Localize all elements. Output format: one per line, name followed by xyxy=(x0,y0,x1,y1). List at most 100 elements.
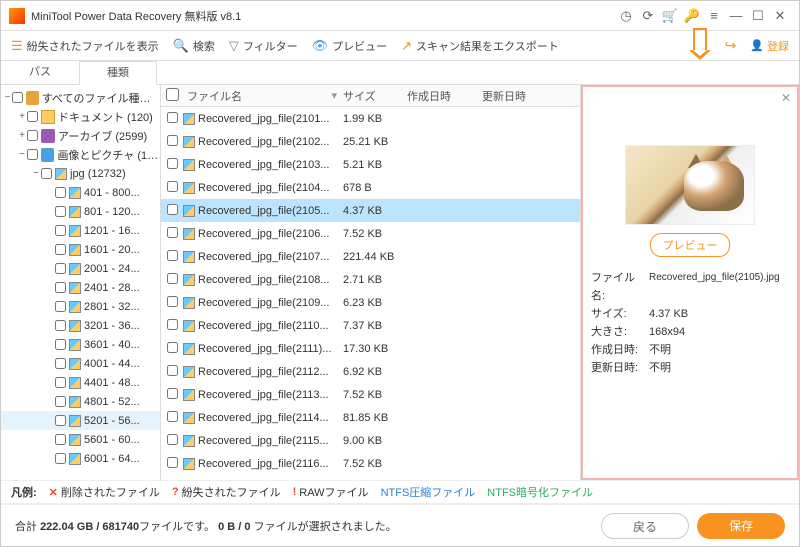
file-checkbox[interactable] xyxy=(167,434,178,445)
file-row[interactable]: Recovered_jpg_file(2115...9.00 KB xyxy=(161,429,580,452)
expand-icon[interactable] xyxy=(45,244,55,255)
file-checkbox[interactable] xyxy=(167,319,178,330)
file-checkbox[interactable] xyxy=(167,250,178,261)
export-button[interactable]: ↗スキャン結果をエクスポート xyxy=(401,38,559,54)
tree-checkbox[interactable] xyxy=(27,111,38,122)
tree-item[interactable]: 5601 - 60... xyxy=(1,430,160,449)
col-size[interactable]: サイズ xyxy=(343,88,407,104)
tree-checkbox[interactable] xyxy=(55,244,66,255)
tab-path[interactable]: パス xyxy=(1,61,79,84)
tree-checkbox[interactable] xyxy=(55,282,66,293)
file-row[interactable]: Recovered_jpg_file(2112...6.92 KB xyxy=(161,360,580,383)
file-checkbox[interactable] xyxy=(167,342,178,353)
col-created[interactable]: 作成日時 xyxy=(407,88,482,104)
file-checkbox[interactable] xyxy=(167,135,178,146)
col-name[interactable]: ファイル名▾ xyxy=(183,88,343,104)
tree-item[interactable]: 401 - 800... xyxy=(1,183,160,202)
share-icon[interactable]: ↪ xyxy=(725,37,737,54)
clock-icon[interactable]: ◷ xyxy=(615,8,637,24)
select-all-checkbox[interactable] xyxy=(166,88,179,101)
tree-item[interactable]: +アーカイブ (2599) xyxy=(1,126,160,145)
tree-checkbox[interactable] xyxy=(55,301,66,312)
tree-checkbox[interactable] xyxy=(55,225,66,236)
tree-item[interactable]: 1201 - 16... xyxy=(1,221,160,240)
tree-checkbox[interactable] xyxy=(55,377,66,388)
expand-icon[interactable] xyxy=(45,358,55,369)
file-row[interactable]: Recovered_jpg_file(2102...25.21 KB xyxy=(161,130,580,153)
expand-icon[interactable]: − xyxy=(31,168,41,179)
tree-item[interactable]: 2401 - 28... xyxy=(1,278,160,297)
expand-icon[interactable] xyxy=(45,453,55,464)
file-checkbox[interactable] xyxy=(167,365,178,376)
expand-icon[interactable] xyxy=(45,434,55,445)
tree-checkbox[interactable] xyxy=(55,434,66,445)
tree-item[interactable]: 801 - 120... xyxy=(1,202,160,221)
close-icon[interactable]: ✕ xyxy=(769,8,791,24)
file-checkbox[interactable] xyxy=(167,388,178,399)
file-row[interactable]: Recovered_jpg_file(2107...221.44 KB xyxy=(161,245,580,268)
expand-icon[interactable] xyxy=(45,396,55,407)
cart-icon[interactable]: 🛒 xyxy=(659,8,681,24)
save-button[interactable]: 保存 xyxy=(697,513,785,539)
expand-icon[interactable]: + xyxy=(17,130,27,141)
expand-icon[interactable] xyxy=(45,225,55,236)
maximize-icon[interactable]: ☐ xyxy=(747,8,769,24)
search-button[interactable]: 🔍検索 xyxy=(173,38,215,54)
expand-icon[interactable] xyxy=(45,187,55,198)
col-modified[interactable]: 更新日時 xyxy=(482,88,557,104)
file-row[interactable]: Recovered_jpg_file(2113...7.52 KB xyxy=(161,383,580,406)
tree-checkbox[interactable] xyxy=(55,358,66,369)
tree-item[interactable]: 6001 - 64... xyxy=(1,449,160,468)
tree-checkbox[interactable] xyxy=(55,396,66,407)
tree-item[interactable]: 3201 - 36... xyxy=(1,316,160,335)
file-row[interactable]: Recovered_jpg_file(2105...4.37 KB xyxy=(161,199,580,222)
expand-icon[interactable] xyxy=(45,263,55,274)
file-row[interactable]: Recovered_jpg_file(2103...5.21 KB xyxy=(161,153,580,176)
tree-item[interactable]: 5201 - 56... xyxy=(1,411,160,430)
expand-icon[interactable] xyxy=(45,339,55,350)
preview-button[interactable]: 👁プレビュー xyxy=(312,38,388,54)
tree-item[interactable]: 2001 - 24... xyxy=(1,259,160,278)
file-row[interactable]: Recovered_jpg_file(2114...81.85 KB xyxy=(161,406,580,429)
file-checkbox[interactable] xyxy=(167,457,178,468)
login-button[interactable]: 👤登録 xyxy=(750,38,789,54)
tree-item[interactable]: +ドキュメント (120) xyxy=(1,107,160,126)
expand-icon[interactable] xyxy=(45,282,55,293)
tree-checkbox[interactable] xyxy=(12,92,23,103)
expand-icon[interactable] xyxy=(45,206,55,217)
tab-type[interactable]: 種類 xyxy=(79,61,157,85)
file-row[interactable]: Recovered_jpg_file(2101...1.99 KB xyxy=(161,107,580,130)
tree-checkbox[interactable] xyxy=(55,206,66,217)
file-row[interactable]: Recovered_jpg_file(2109...6.23 KB xyxy=(161,291,580,314)
file-checkbox[interactable] xyxy=(167,204,178,215)
tree-checkbox[interactable] xyxy=(41,168,52,179)
file-row[interactable]: Recovered_jpg_file(2106...7.52 KB xyxy=(161,222,580,245)
tree-item[interactable]: 3601 - 40... xyxy=(1,335,160,354)
file-row[interactable]: Recovered_jpg_file(2104...678 B xyxy=(161,176,580,199)
tree-item[interactable]: −画像とピクチャ (14... xyxy=(1,145,160,164)
minimize-icon[interactable]: — xyxy=(725,8,747,23)
file-checkbox[interactable] xyxy=(167,227,178,238)
tree-item[interactable]: −jpg (12732) xyxy=(1,164,160,183)
close-preview-icon[interactable]: ✕ xyxy=(781,91,791,105)
expand-icon[interactable] xyxy=(45,301,55,312)
file-checkbox[interactable] xyxy=(167,273,178,284)
menu-icon[interactable]: ≡ xyxy=(703,8,725,23)
refresh-icon[interactable]: ⟳ xyxy=(637,8,659,24)
tree-item[interactable]: 4001 - 44... xyxy=(1,354,160,373)
file-checkbox[interactable] xyxy=(167,181,178,192)
tree-checkbox[interactable] xyxy=(55,453,66,464)
key-icon[interactable]: 🔑 xyxy=(681,8,703,24)
tree-item[interactable]: 4401 - 48... xyxy=(1,373,160,392)
file-row[interactable]: Recovered_jpg_file(2111)...17.30 KB xyxy=(161,337,580,360)
expand-icon[interactable]: − xyxy=(17,149,27,160)
file-row[interactable]: Recovered_jpg_file(2108...2.71 KB xyxy=(161,268,580,291)
tree-checkbox[interactable] xyxy=(55,415,66,426)
tree-checkbox[interactable] xyxy=(55,263,66,274)
file-row[interactable]: Recovered_jpg_file(2110...7.37 KB xyxy=(161,314,580,337)
tree-item[interactable]: 2801 - 32... xyxy=(1,297,160,316)
tree-item[interactable]: 4801 - 52... xyxy=(1,392,160,411)
tree-item[interactable]: 1601 - 20... xyxy=(1,240,160,259)
tree-checkbox[interactable] xyxy=(55,187,66,198)
expand-icon[interactable] xyxy=(45,320,55,331)
